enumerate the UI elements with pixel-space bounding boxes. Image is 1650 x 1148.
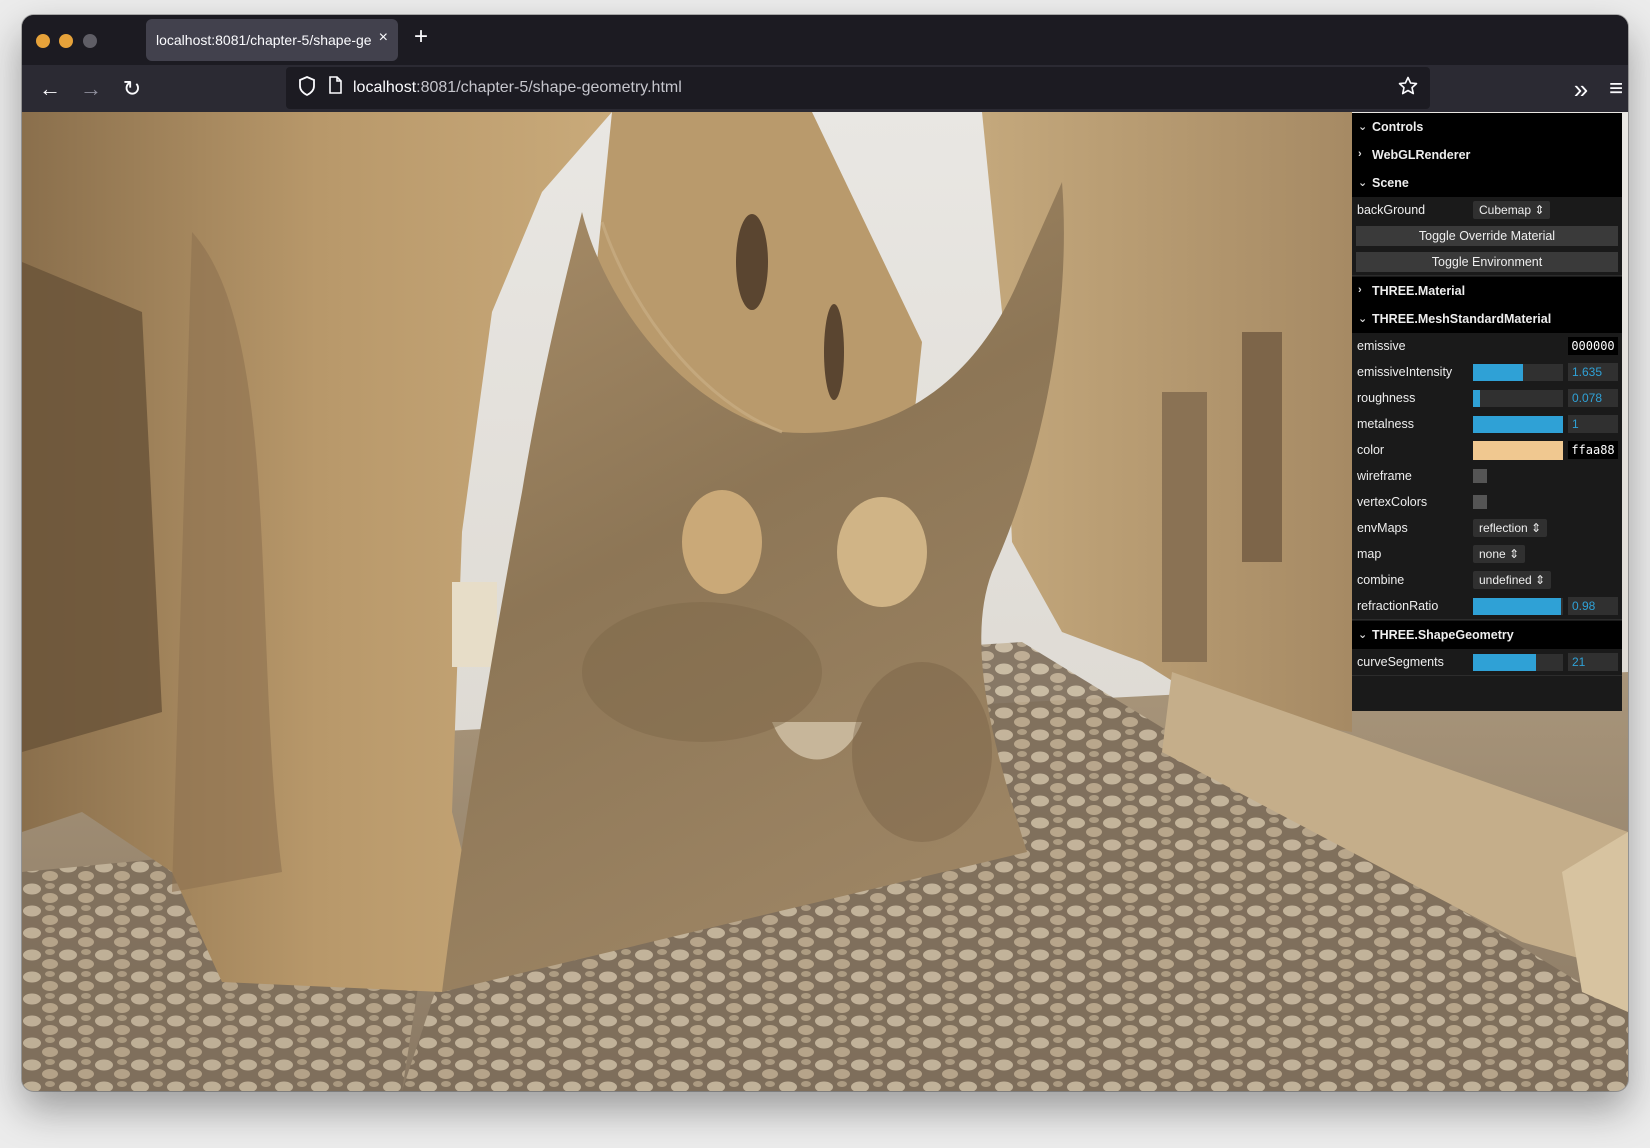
curve-segments-input[interactable]: 21 bbox=[1568, 653, 1618, 671]
prop-label: wireframe bbox=[1357, 469, 1412, 483]
url-host: localhost bbox=[353, 79, 417, 96]
slider-fill bbox=[1473, 390, 1481, 407]
prop-map: map none ⇕ bbox=[1352, 541, 1622, 568]
chevron-down-icon: ⌄ bbox=[1358, 629, 1368, 641]
emissive-color-input[interactable]: 000000 bbox=[1568, 337, 1618, 355]
prop-label: vertexColors bbox=[1357, 495, 1428, 509]
chevron-down-icon: ⌄ bbox=[1358, 313, 1368, 325]
prop-label: curveSegments bbox=[1357, 655, 1444, 669]
prop-combine: combine undefined ⇕ bbox=[1352, 567, 1622, 594]
toggle-environment-button[interactable]: Toggle Environment bbox=[1356, 252, 1618, 272]
folder-three-material[interactable]: › THREE.Material bbox=[1352, 277, 1622, 306]
prop-color: color ffaa88 bbox=[1352, 437, 1622, 464]
shield-icon[interactable] bbox=[298, 76, 316, 101]
prop-label: map bbox=[1357, 547, 1382, 561]
curve-segments-slider[interactable] bbox=[1473, 654, 1563, 671]
prop-label: emissive bbox=[1357, 339, 1406, 353]
emissive-intensity-slider[interactable] bbox=[1473, 364, 1563, 381]
folder-title: Scene bbox=[1372, 176, 1409, 190]
navigation-bar: ← → ↻ localhost:8081/chapter-5/shape-geo… bbox=[22, 65, 1628, 112]
chevron-down-icon: ⌄ bbox=[1358, 177, 1368, 189]
combine-select[interactable]: undefined ⇕ bbox=[1473, 571, 1552, 589]
prop-emissive: emissive 000000 bbox=[1352, 333, 1622, 360]
prop-background: backGround Cubemap ⇕ bbox=[1352, 197, 1622, 224]
prop-label: envMaps bbox=[1357, 521, 1408, 535]
page-icon bbox=[328, 76, 343, 99]
prop-label: metalness bbox=[1357, 417, 1414, 431]
zoom-window-button[interactable] bbox=[83, 34, 97, 48]
folder-title: THREE.MeshStandardMaterial bbox=[1372, 312, 1552, 326]
slider-fill bbox=[1473, 598, 1562, 615]
star-icon[interactable] bbox=[1398, 76, 1418, 102]
folder-mesh-standard-material[interactable]: ⌄ THREE.MeshStandardMaterial bbox=[1352, 305, 1622, 334]
folder-scene[interactable]: ⌄ Scene bbox=[1352, 169, 1622, 198]
back-icon[interactable]: ← bbox=[34, 73, 66, 105]
slider-fill bbox=[1473, 416, 1563, 433]
url-text[interactable]: localhost:8081/chapter-5/shape-geometry.… bbox=[353, 79, 682, 97]
toggle-override-material-button[interactable]: Toggle Override Material bbox=[1356, 226, 1618, 246]
chevron-right-icon: › bbox=[1358, 284, 1362, 296]
minimize-window-button[interactable] bbox=[59, 34, 73, 48]
prop-curve-segments: curveSegments 21 bbox=[1352, 649, 1622, 676]
prop-env-maps: envMaps reflection ⇕ bbox=[1352, 515, 1622, 542]
roughness-slider[interactable] bbox=[1473, 390, 1563, 407]
wireframe-checkbox[interactable] bbox=[1473, 469, 1487, 483]
background-select[interactable]: Cubemap ⇕ bbox=[1473, 201, 1551, 219]
chevron-down-icon: ⌄ bbox=[1358, 121, 1368, 133]
map-select[interactable]: none ⇕ bbox=[1473, 545, 1526, 563]
close-window-button[interactable] bbox=[36, 34, 50, 48]
color-swatch[interactable] bbox=[1473, 441, 1563, 460]
new-tab-button[interactable]: + bbox=[414, 25, 428, 49]
tab-title: localhost:8081/chapter-5/shape-geometry.… bbox=[156, 32, 371, 48]
folder-webglrenderer[interactable]: › WebGLRenderer bbox=[1352, 141, 1622, 170]
browser-window: localhost:8081/chapter-5/shape-geometry.… bbox=[22, 15, 1628, 1091]
color-input[interactable]: ffaa88 bbox=[1568, 441, 1618, 459]
row-toggle-override: Toggle Override Material bbox=[1352, 223, 1622, 250]
reload-icon[interactable]: ↻ bbox=[116, 73, 148, 105]
prop-label: color bbox=[1357, 443, 1385, 457]
folder-title: WebGLRenderer bbox=[1372, 148, 1471, 162]
prop-wireframe: wireframe bbox=[1352, 463, 1622, 490]
prop-label: emissiveIntensity bbox=[1357, 365, 1453, 379]
chevron-double-right-icon[interactable]: » bbox=[1565, 73, 1597, 105]
chevron-right-icon: › bbox=[1358, 148, 1362, 160]
hamburger-menu-icon[interactable]: ≡ bbox=[1606, 73, 1626, 105]
address-bar[interactable]: localhost:8081/chapter-5/shape-geometry.… bbox=[286, 67, 1430, 109]
folder-title: THREE.Material bbox=[1372, 284, 1466, 298]
prop-label: refractionRatio bbox=[1357, 599, 1439, 613]
folder-title: Controls bbox=[1372, 120, 1424, 134]
row-toggle-environment: Toggle Environment bbox=[1352, 249, 1622, 276]
folder-controls[interactable]: ⌄ Controls bbox=[1352, 113, 1622, 142]
metalness-slider[interactable] bbox=[1473, 416, 1563, 433]
webgl-viewport[interactable]: ⌄ Controls › WebGLRenderer ⌄ Scene backG… bbox=[22, 112, 1628, 1091]
folder-shape-geometry[interactable]: ⌄ THREE.ShapeGeometry bbox=[1352, 621, 1622, 650]
vertex-colors-checkbox[interactable] bbox=[1473, 495, 1487, 509]
close-tab-icon[interactable]: × bbox=[379, 29, 388, 47]
roughness-input[interactable]: 0.078 bbox=[1568, 389, 1618, 407]
prop-label: backGround bbox=[1357, 203, 1426, 217]
slider-fill bbox=[1473, 364, 1523, 381]
url-path: :8081/chapter-5/shape-geometry.html bbox=[416, 79, 682, 96]
prop-roughness: roughness 0.078 bbox=[1352, 385, 1622, 412]
folder-title: THREE.ShapeGeometry bbox=[1372, 628, 1514, 642]
tab-shape-geometry[interactable]: localhost:8081/chapter-5/shape-geometry.… bbox=[146, 19, 398, 61]
emissive-intensity-input[interactable]: 1.635 bbox=[1568, 363, 1618, 381]
slider-fill bbox=[1473, 654, 1536, 671]
prop-vertex-colors: vertexColors bbox=[1352, 489, 1622, 516]
refraction-ratio-input[interactable]: 0.98 bbox=[1568, 597, 1618, 615]
env-maps-select[interactable]: reflection ⇕ bbox=[1473, 519, 1548, 537]
forward-icon[interactable]: → bbox=[75, 73, 107, 105]
prop-emissive-intensity: emissiveIntensity 1.635 bbox=[1352, 359, 1622, 386]
metalness-input[interactable]: 1 bbox=[1568, 415, 1618, 433]
tab-strip: localhost:8081/chapter-5/shape-geometry.… bbox=[22, 15, 1628, 65]
prop-refraction-ratio: refractionRatio 0.98 bbox=[1352, 593, 1622, 620]
dat-gui-panel: ⌄ Controls › WebGLRenderer ⌄ Scene backG… bbox=[1352, 113, 1622, 711]
prop-label: combine bbox=[1357, 573, 1405, 587]
prop-label: roughness bbox=[1357, 391, 1416, 405]
prop-metalness: metalness 1 bbox=[1352, 411, 1622, 438]
refraction-ratio-slider[interactable] bbox=[1473, 598, 1563, 615]
